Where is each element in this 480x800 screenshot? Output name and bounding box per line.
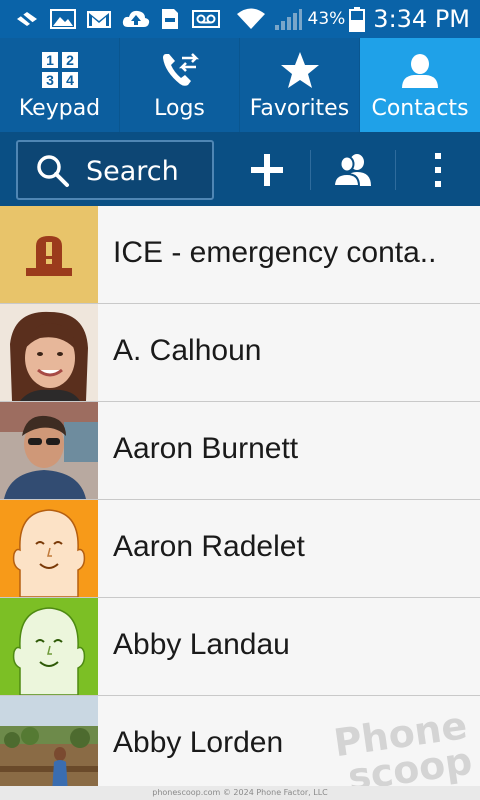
emergency-icon (26, 236, 72, 276)
svg-text:3: 3 (46, 72, 54, 88)
watermark: Phone scoop (331, 703, 475, 800)
contact-name: A. Calhoun (113, 334, 262, 367)
contact-row[interactable]: A. Calhoun (0, 304, 480, 402)
battery-icon (349, 7, 366, 32)
contact-photo (0, 696, 98, 793)
signal-icon (274, 9, 302, 30)
contact-row-ice[interactable]: ICE - emergency conta.. (0, 206, 480, 304)
tab-favorites[interactable]: Favorites (240, 38, 360, 132)
search-label: Search (86, 156, 179, 187)
overflow-menu-button[interactable] (412, 144, 464, 196)
tab-keypad-label: Keypad (18, 96, 101, 121)
voicemail-icon (192, 10, 220, 28)
sd-card-icon (162, 9, 178, 29)
tab-contacts[interactable]: Contacts (360, 38, 480, 132)
search-icon (37, 155, 69, 187)
tab-contacts-label: Contacts (371, 96, 469, 121)
avatar (0, 696, 98, 793)
contact-name: ICE - emergency conta.. (113, 236, 437, 269)
divider (310, 150, 311, 190)
star-icon (280, 52, 319, 88)
avatar (0, 304, 98, 401)
groups-icon (333, 154, 371, 187)
groups-button[interactable] (327, 144, 379, 196)
contact-name: Abby Landau (113, 628, 290, 661)
avatar (0, 598, 98, 695)
battery-percent: 43% (307, 9, 346, 29)
contact-icon (402, 54, 438, 88)
emergency-avatar (0, 206, 98, 303)
clock: 3:34 PM (373, 5, 470, 33)
contact-row[interactable]: Aaron Burnett (0, 402, 480, 500)
upload-icon (122, 10, 150, 27)
svg-text:2: 2 (66, 52, 74, 68)
contact-row[interactable]: Aaron Radelet (0, 500, 480, 598)
keypad-icon: 1 2 3 4 (41, 52, 78, 88)
sync-off-icon (17, 10, 37, 29)
tab-logs-label: Logs (154, 96, 205, 121)
tab-bar: 1 2 3 4 Keypad Logs Favorites Contacts (0, 38, 480, 132)
tab-keypad[interactable]: 1 2 3 4 Keypad (0, 38, 120, 132)
contact-name: Aaron Radelet (113, 530, 305, 563)
overflow-menu-icon (435, 153, 441, 187)
gallery-icon (50, 9, 76, 29)
contact-name: Aaron Burnett (113, 432, 299, 465)
default-face-green-icon (12, 607, 86, 695)
status-bar: 43% 3:34 PM (0, 0, 480, 38)
tab-logs[interactable]: Logs (120, 38, 240, 132)
search-button[interactable]: Search (16, 140, 214, 200)
contact-name: Abby Lorden (113, 726, 284, 759)
default-face-orange-icon (12, 509, 86, 597)
contact-photo (0, 304, 98, 401)
status-right: 43% 3:34 PM (236, 0, 480, 38)
contact-row[interactable]: Abby Landau (0, 598, 480, 696)
contact-photo (0, 402, 98, 499)
wifi-icon (236, 8, 265, 29)
divider (395, 150, 396, 190)
footer-credit: phonescoop.com © 2024 Phone Factor, LLC (0, 786, 480, 800)
add-contact-button[interactable] (241, 144, 293, 196)
gmail-icon (87, 11, 111, 28)
logs-icon (162, 53, 199, 86)
add-icon (251, 154, 283, 186)
svg-text:4: 4 (66, 72, 74, 88)
avatar (0, 500, 98, 597)
svg-text:1: 1 (46, 52, 54, 68)
tab-favorites-label: Favorites (249, 96, 350, 121)
action-bar: Search (0, 132, 480, 206)
avatar (0, 402, 98, 499)
